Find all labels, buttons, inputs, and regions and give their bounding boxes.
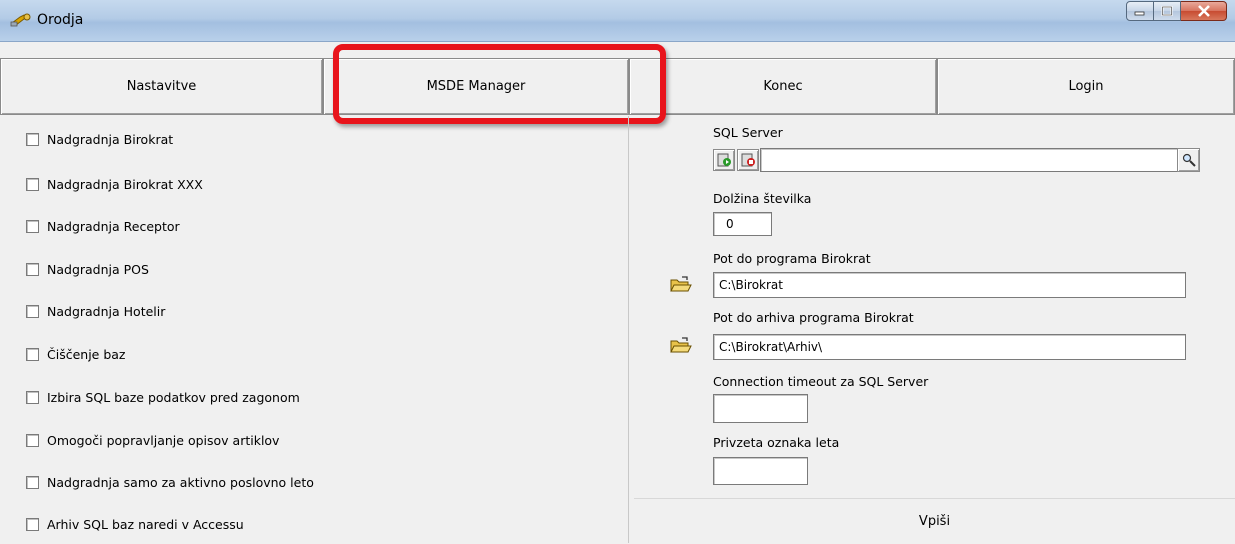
timeout-label: Connection timeout za SQL Server (713, 374, 929, 389)
checkbox-box[interactable] (26, 305, 39, 318)
checkbox-nadgradnja-hotelir[interactable]: Nadgradnja Hotelir (26, 304, 165, 319)
checkbox-box[interactable] (26, 133, 39, 146)
checkbox-nadgradnja-receptor[interactable]: Nadgradnja Receptor (26, 219, 180, 234)
open-folder-icon[interactable] (670, 337, 692, 355)
tab-bar: Nastavitve MSDE Manager Konec Login (0, 58, 1235, 116)
checkbox-ciscenje-baz[interactable]: Čiščenje baz (26, 347, 126, 362)
sql-server-input[interactable] (760, 148, 1185, 172)
tab-konec[interactable]: Konec (629, 58, 937, 115)
checkbox-label: Nadgradnja samo za aktivno poslovno leto (47, 475, 314, 490)
checkbox-box[interactable] (26, 476, 39, 489)
window-controls (1126, 1, 1227, 21)
search-icon (1182, 153, 1196, 167)
minimize-icon (1134, 11, 1145, 16)
options-panel: Nadgradnja Birokrat Nadgradnja Birokrat … (0, 116, 629, 543)
archive-path-input[interactable]: C:\Birokrat\Arhiv\ (713, 334, 1186, 360)
year-input[interactable] (713, 457, 808, 485)
checkbox-label: Omogoči popravljanje opisov artiklov (47, 433, 280, 448)
checkbox-box[interactable] (26, 518, 39, 531)
maximize-button[interactable] (1154, 1, 1181, 21)
year-label: Privzeta oznaka leta (713, 435, 840, 450)
checkbox-box[interactable] (26, 263, 39, 276)
checkbox-aktivno-poslovno-leto[interactable]: Nadgradnja samo za aktivno poslovno leto (26, 475, 314, 490)
checkbox-box[interactable] (26, 178, 39, 191)
open-folder-icon[interactable] (670, 276, 692, 294)
checkbox-label: Nadgradnja Receptor (47, 219, 180, 234)
checkbox-label: Čiščenje baz (47, 347, 126, 362)
sql-server-label: SQL Server (713, 125, 783, 140)
checkbox-label: Nadgradnja POS (47, 262, 149, 277)
checkbox-label: Arhiv SQL baz naredi v Accessu (47, 517, 244, 532)
checkbox-label: Nadgradnja Birokrat (47, 132, 174, 147)
server-stop-icon (741, 153, 755, 167)
close-icon (1197, 5, 1210, 17)
archive-path-label: Pot do arhiva programa Birokrat (713, 310, 914, 325)
minimize-button[interactable] (1126, 1, 1154, 21)
program-path-input[interactable]: C:\Birokrat (713, 272, 1186, 298)
tools-app-icon (10, 13, 31, 27)
submit-button[interactable]: Vpiši (634, 498, 1235, 544)
title-bar: Orodja (0, 0, 1235, 42)
tab-login[interactable]: Login (937, 58, 1235, 115)
program-path-label: Pot do programa Birokrat (713, 251, 871, 266)
checkbox-box[interactable] (26, 220, 39, 233)
tab-nastavitve[interactable]: Nastavitve (0, 58, 323, 115)
checkbox-nadgradnja-birokrat[interactable]: Nadgradnja Birokrat (26, 132, 173, 147)
sql-stop-button[interactable] (737, 149, 759, 171)
checkbox-popravljanje-opisov[interactable]: Omogoči popravljanje opisov artiklov (26, 433, 279, 448)
checkbox-izbira-sql-baze[interactable]: Izbira SQL baze podatkov pred zagonom (26, 390, 300, 405)
sql-server-search-button[interactable] (1177, 148, 1200, 172)
tab-msde-manager[interactable]: MSDE Manager (323, 58, 629, 115)
checkbox-box[interactable] (26, 348, 39, 361)
checkbox-nadgradnja-birokrat-xxx[interactable]: Nadgradnja Birokrat XXX (26, 177, 203, 192)
server-start-icon (717, 153, 731, 167)
checkbox-box[interactable] (26, 434, 39, 447)
checkbox-label: Izbira SQL baze podatkov pred zagonom (47, 390, 300, 405)
close-button[interactable] (1181, 1, 1227, 21)
length-label: Dolžina številka (713, 191, 812, 206)
maximize-icon (1161, 6, 1173, 16)
length-input[interactable]: 0 (713, 212, 772, 236)
timeout-input[interactable] (713, 394, 808, 423)
checkbox-label: Nadgradnja Hotelir (47, 304, 166, 319)
checkbox-arhiv-access[interactable]: Arhiv SQL baz naredi v Accessu (26, 517, 244, 532)
checkbox-box[interactable] (26, 391, 39, 404)
sql-start-button[interactable] (713, 149, 735, 171)
window-title: Orodja (37, 12, 84, 28)
checkbox-label: Nadgradnja Birokrat XXX (47, 177, 203, 192)
checkbox-nadgradnja-pos[interactable]: Nadgradnja POS (26, 262, 149, 277)
